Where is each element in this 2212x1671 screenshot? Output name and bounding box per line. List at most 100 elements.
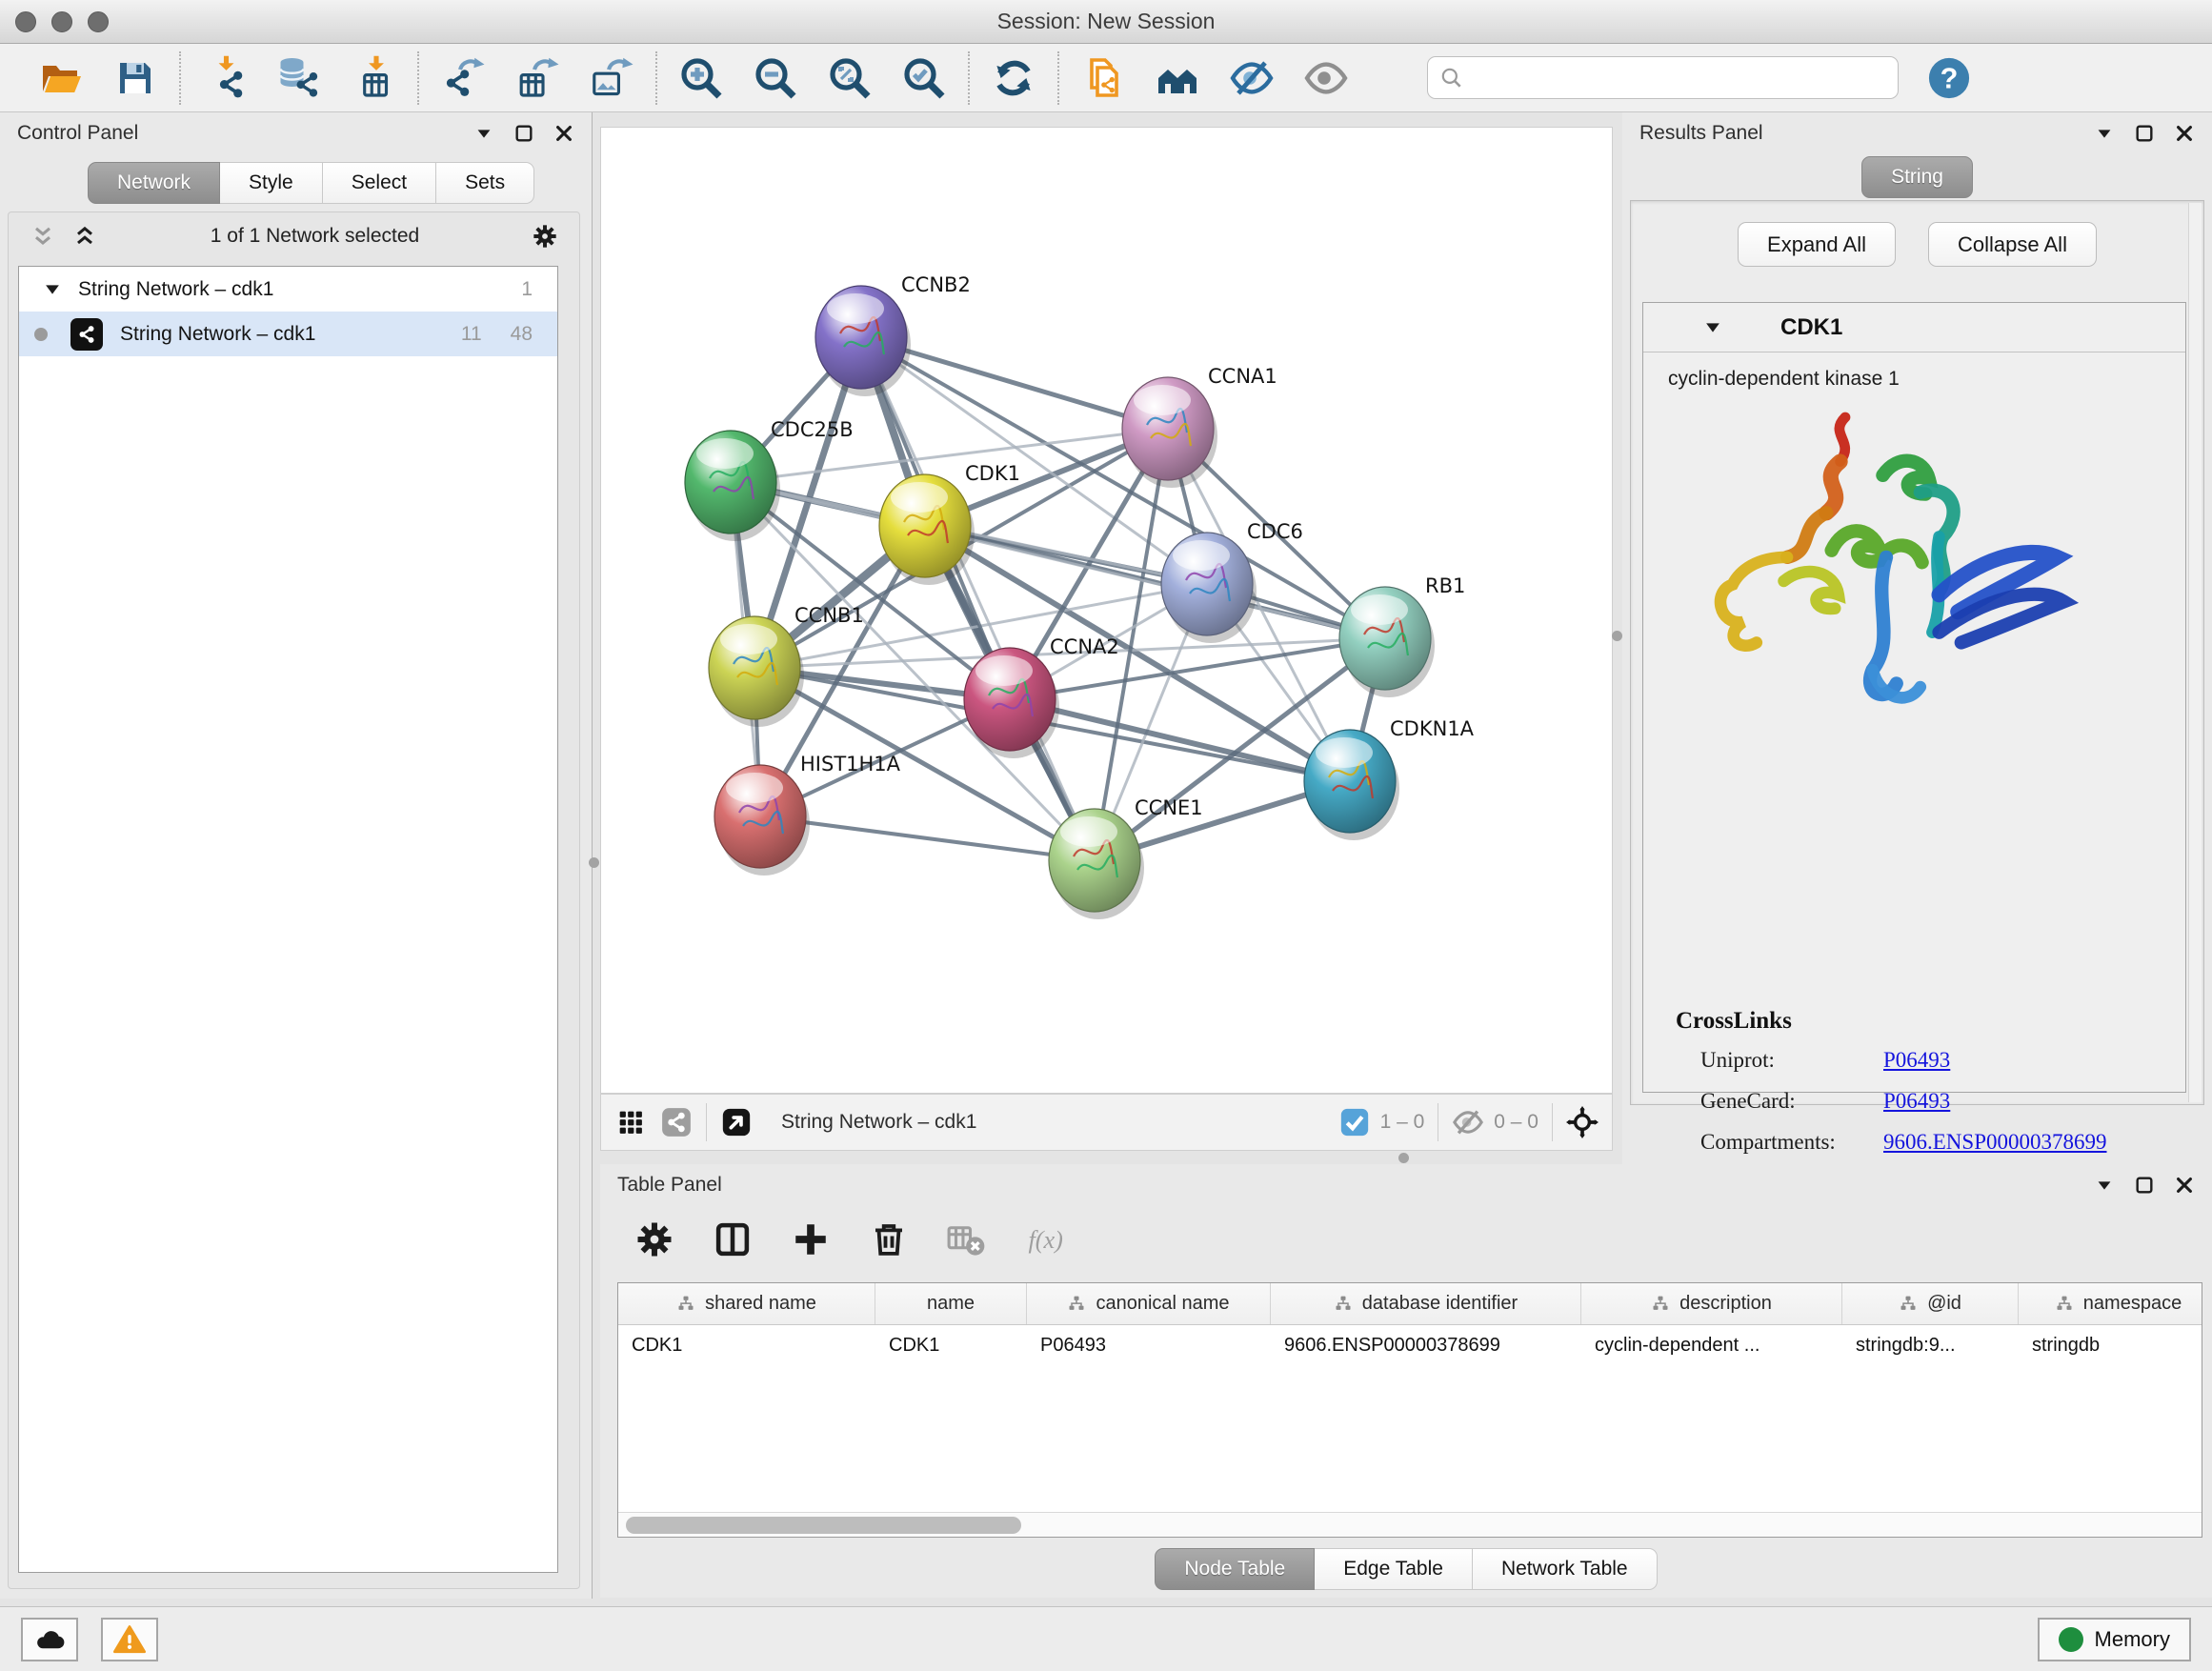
first-neighbors-icon[interactable] [1155, 55, 1200, 101]
uniprot-link[interactable]: P06493 [1883, 1048, 1950, 1073]
gear-icon[interactable] [634, 1219, 674, 1259]
close-icon[interactable] [553, 123, 574, 144]
collapse-all-button[interactable]: Collapse All [1928, 222, 2097, 267]
column-header-canonical-name[interactable]: canonical name [1027, 1283, 1271, 1324]
cell-database-identifier[interactable]: 9606.ENSP00000378699 [1271, 1335, 1581, 1357]
column-header-shared-name[interactable]: shared name [618, 1283, 875, 1324]
tab-network[interactable]: Network [88, 162, 220, 204]
current-network-dot [34, 328, 48, 341]
grid-icon[interactable] [614, 1106, 647, 1138]
close-icon[interactable] [2174, 1175, 2195, 1196]
node-CCNB1[interactable]: CCNB1 [709, 604, 864, 727]
export-table-icon[interactable] [514, 55, 560, 101]
search-input[interactable] [1472, 67, 1886, 89]
float-icon[interactable] [2134, 123, 2155, 144]
results-scrollbar[interactable] [2188, 203, 2202, 1102]
show-all-icon[interactable] [1303, 55, 1349, 101]
node-HIST1H1A[interactable]: HIST1H1A [714, 753, 901, 876]
float-icon[interactable] [513, 123, 534, 144]
collapse-all-icon[interactable] [30, 223, 56, 250]
network-collection-row[interactable]: String Network – cdk1 1 [19, 267, 557, 312]
cell-name[interactable]: CDK1 [875, 1335, 1027, 1357]
edge-HIST1H1A-CCNE1[interactable] [760, 816, 1095, 860]
table-hscrollbar[interactable] [618, 1512, 2202, 1537]
cell-shared-name[interactable]: CDK1 [618, 1335, 875, 1357]
search-box[interactable] [1427, 56, 1899, 99]
zoom-selected-icon[interactable] [901, 55, 947, 101]
triangle-down-icon[interactable] [42, 279, 63, 300]
open-session-icon[interactable] [38, 55, 84, 101]
save-session-icon[interactable] [112, 55, 158, 101]
birdseye-icon[interactable] [720, 1106, 753, 1138]
network-graph[interactable]: CCNB2CCNA1CDC25BCDK1CDC6RB1CCNB1CCNA2CDK… [601, 128, 1612, 1093]
trash-icon[interactable] [869, 1219, 909, 1259]
caret-down-icon[interactable] [2094, 1175, 2115, 1196]
edge-CCNB2-CCNE1[interactable] [861, 337, 1095, 860]
zoom-in-icon[interactable] [678, 55, 724, 101]
cell-canonical-name[interactable]: P06493 [1027, 1335, 1271, 1357]
tab-sets[interactable]: Sets [436, 162, 534, 204]
help-icon[interactable]: ? [1927, 56, 1971, 100]
plus-icon[interactable] [791, 1219, 831, 1259]
eye-off-icon[interactable] [1452, 1106, 1484, 1138]
network-view-toolbar: String Network – cdk1 1 – 0 0 – 0 [600, 1094, 1613, 1151]
column-header-namespace[interactable]: namespace [2019, 1283, 2212, 1324]
node-CCNE1[interactable]: CCNE1 [1049, 796, 1203, 919]
cell-namespace[interactable]: stringdb [2019, 1335, 2212, 1357]
import-network-icon[interactable] [202, 55, 248, 101]
horizontal-splitter-handle[interactable] [1398, 1153, 1409, 1163]
genecard-link[interactable]: P06493 [1883, 1089, 1950, 1114]
network-row[interactable]: String Network – cdk1 11 48 [19, 312, 557, 356]
node-CDKN1A[interactable]: CDKN1A [1304, 717, 1475, 840]
expand-all-button[interactable]: Expand All [1738, 222, 1896, 267]
gear-icon[interactable] [532, 223, 558, 250]
tab-network-table[interactable]: Network Table [1473, 1548, 1658, 1590]
tab-node-table[interactable]: Node Table [1155, 1548, 1315, 1590]
node-CCNB2[interactable]: CCNB2 [815, 273, 971, 396]
memory-button[interactable]: Memory [2038, 1618, 2191, 1661]
cell--id[interactable]: stringdb:9... [1842, 1335, 2019, 1357]
hscrollbar-thumb[interactable] [626, 1517, 1021, 1534]
float-icon[interactable] [2134, 1175, 2155, 1196]
node-CDK1[interactable]: CDK1 [879, 462, 1020, 585]
checkbox-icon[interactable] [1338, 1106, 1371, 1138]
column-header-name[interactable]: name [875, 1283, 1027, 1324]
tab-select[interactable]: Select [323, 162, 436, 204]
column-header-description[interactable]: description [1581, 1283, 1842, 1324]
import-table-icon[interactable] [351, 55, 396, 101]
import-database-icon[interactable] [276, 55, 322, 101]
node-RB1[interactable]: RB1 [1339, 574, 1465, 697]
node-CCNA1[interactable]: CCNA1 [1122, 365, 1277, 488]
clone-network-icon[interactable] [1080, 55, 1126, 101]
cell-description[interactable]: cyclin-dependent ... [1581, 1335, 1842, 1357]
export-image-icon[interactable] [589, 55, 634, 101]
refresh-icon[interactable] [991, 55, 1036, 101]
node-result-header[interactable]: CDK1 [1643, 303, 2185, 352]
hide-selected-icon[interactable] [1229, 55, 1275, 101]
triangle-down-icon[interactable] [1702, 317, 1723, 338]
tree-icon [676, 1295, 695, 1314]
left-splitter-handle[interactable] [589, 857, 599, 868]
right-splitter-handle[interactable] [1612, 631, 1622, 641]
zoom-out-icon[interactable] [753, 55, 798, 101]
column-header-database-identifier[interactable]: database identifier [1271, 1283, 1581, 1324]
cloud-button[interactable] [21, 1618, 78, 1661]
caret-down-icon[interactable] [2094, 123, 2115, 144]
split-columns-icon[interactable] [713, 1219, 753, 1259]
warning-button[interactable] [101, 1618, 158, 1661]
node-CDC6[interactable]: CDC6 [1161, 520, 1303, 643]
caret-down-icon[interactable] [473, 123, 494, 144]
export-network-icon[interactable] [440, 55, 486, 101]
column-header--id[interactable]: @id [1842, 1283, 2019, 1324]
network-canvas[interactable]: CCNB2CCNA1CDC25BCDK1CDC6RB1CCNB1CCNA2CDK… [600, 127, 1613, 1094]
tab-edge-table[interactable]: Edge Table [1315, 1548, 1473, 1590]
compartments-link[interactable]: 9606.ENSP00000378699 [1883, 1130, 2107, 1155]
close-icon[interactable] [2174, 123, 2195, 144]
zoom-fit-icon[interactable] [827, 55, 873, 101]
share-icon[interactable] [660, 1106, 693, 1138]
expand-all-icon[interactable] [71, 223, 98, 250]
crosshair-icon[interactable] [1566, 1106, 1599, 1138]
tab-style[interactable]: Style [220, 162, 323, 204]
tab-string[interactable]: String [1861, 156, 1973, 198]
table-row[interactable]: CDK1CDK1P064939606.ENSP00000378699cyclin… [618, 1325, 2202, 1365]
